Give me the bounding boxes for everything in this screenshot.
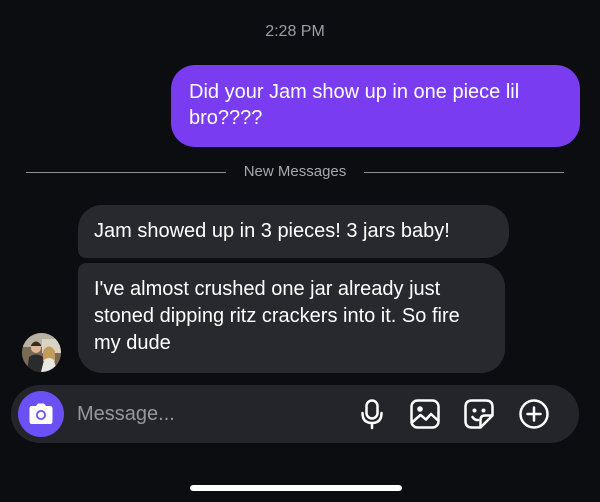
home-indicator[interactable] — [190, 485, 402, 491]
camera-icon — [29, 403, 53, 424]
new-messages-divider: New Messages — [26, 162, 564, 182]
microphone-icon[interactable] — [356, 398, 388, 430]
sticker-icon[interactable] — [463, 398, 495, 430]
message-composer — [11, 385, 579, 443]
gallery-icon[interactable] — [409, 398, 441, 430]
incoming-message-bubble[interactable]: Jam showed up in 3 pieces! 3 jars baby! — [78, 205, 509, 258]
sender-avatar[interactable] — [22, 333, 61, 372]
chat-screen: 2:28 PM Did your Jam show up in one piec… — [0, 0, 600, 502]
message-timestamp: 2:28 PM — [265, 23, 325, 40]
outgoing-message-bubble[interactable]: Did your Jam show up in one piece lil br… — [171, 65, 580, 147]
divider-line-right — [364, 172, 564, 173]
message-input[interactable] — [77, 399, 337, 429]
camera-button[interactable] — [18, 391, 64, 437]
incoming-message-bubble[interactable]: I've almost crushed one jar already just… — [78, 263, 505, 373]
add-icon[interactable] — [518, 398, 550, 430]
